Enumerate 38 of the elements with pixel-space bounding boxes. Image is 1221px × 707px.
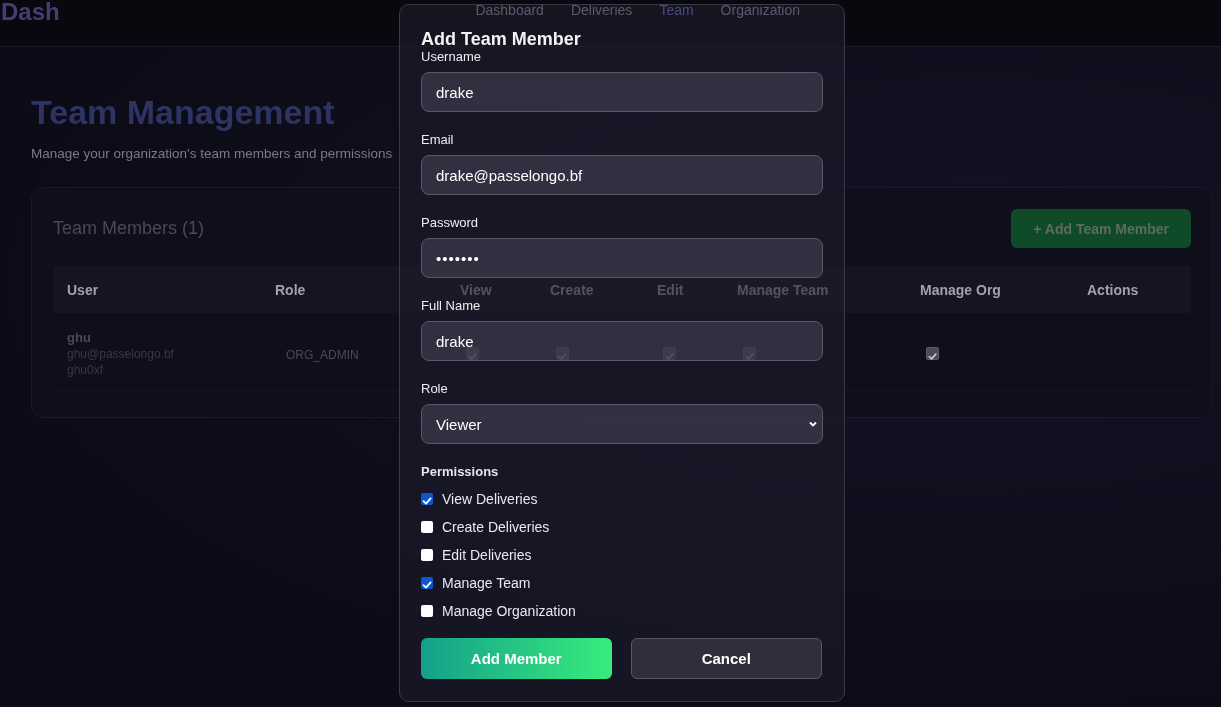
column-header: Manage Org bbox=[920, 281, 1001, 298]
role-select[interactable]: Viewer bbox=[421, 404, 823, 444]
checkbox-label: Create Deliveries bbox=[442, 519, 550, 535]
column-header: Role bbox=[275, 281, 306, 298]
checkbox[interactable] bbox=[421, 549, 433, 561]
column-header: Edit bbox=[657, 281, 684, 298]
input-field[interactable]: drake@passelongo.bf bbox=[421, 155, 823, 195]
checkbox-label: Edit Deliveries bbox=[442, 547, 532, 563]
column-header: Actions bbox=[1087, 281, 1139, 298]
page-title: Team Management bbox=[31, 92, 335, 132]
section-heading: Permissions bbox=[421, 464, 500, 479]
input-field[interactable]: drake bbox=[421, 321, 823, 361]
password-field[interactable]: ••••••• bbox=[421, 238, 823, 278]
logo-text: Dash bbox=[1, 0, 60, 24]
field-label: Role bbox=[421, 381, 448, 397]
column-header: View bbox=[460, 281, 492, 298]
checkbox-label: Manage Organization bbox=[442, 603, 576, 619]
checkbox[interactable] bbox=[421, 605, 433, 617]
field-label: Full Name bbox=[421, 298, 481, 314]
chevron-down-icon bbox=[808, 419, 818, 429]
field-label: Password bbox=[421, 215, 479, 231]
checkbox[interactable] bbox=[421, 521, 433, 533]
field-label: Username bbox=[421, 49, 481, 65]
checkbox-label: View Deliveries bbox=[442, 491, 538, 507]
input-field[interactable]: drake bbox=[421, 72, 823, 112]
role-label: ORG_ADMIN bbox=[286, 347, 359, 362]
column-header: Manage Team bbox=[737, 281, 829, 298]
field-label: Email bbox=[421, 132, 454, 148]
card-title: Team Members (1) bbox=[53, 218, 205, 239]
page-subtitle: Manage your organization's team members and permissions bbox=[31, 146, 393, 161]
column-header: Create bbox=[550, 281, 594, 298]
modal-title: Add Team Member bbox=[421, 29, 582, 49]
checkbox[interactable] bbox=[421, 493, 433, 505]
cancel-button[interactable]: Cancel bbox=[630, 638, 822, 679]
column-header: User bbox=[67, 281, 99, 298]
checkbox[interactable] bbox=[421, 577, 433, 589]
checkbox-label: Manage Team bbox=[442, 575, 531, 591]
user-name: ghu bbox=[67, 330, 92, 345]
